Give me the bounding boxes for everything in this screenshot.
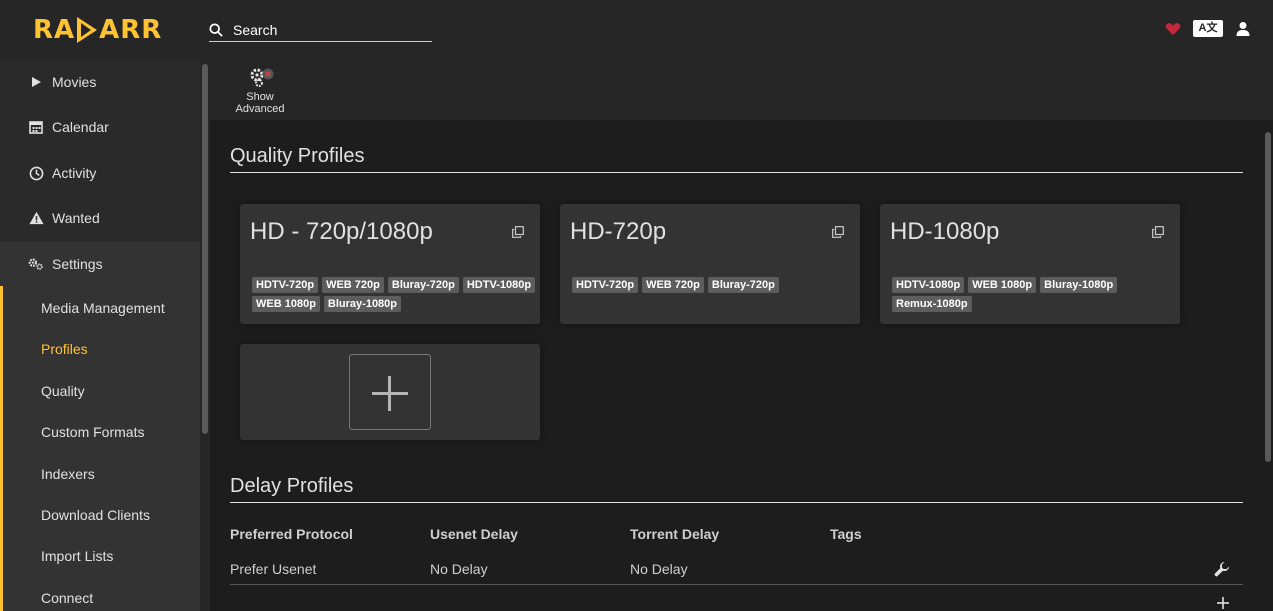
sidebar-scrollbar[interactable] xyxy=(200,60,210,611)
quality-tag: WEB 1080p xyxy=(252,296,320,312)
wrench-icon[interactable] xyxy=(1214,561,1230,577)
heart-icon[interactable] xyxy=(1165,21,1181,37)
quality-tag: WEB 720p xyxy=(642,277,704,293)
column-header-tags: Tags xyxy=(830,526,862,542)
column-header-preferred-protocol: Preferred Protocol xyxy=(230,526,353,542)
quality-profiles-title: Quality Profiles xyxy=(230,145,365,167)
sidebar-item-activity[interactable]: Activity xyxy=(0,151,200,195)
sidebar: Movies Calendar Activity Wanted Settings… xyxy=(0,60,210,611)
search-bar xyxy=(209,18,432,42)
profile-qualities: HDTV-1080p WEB 1080p Bluray-1080p Remux-… xyxy=(892,277,1177,312)
section-divider xyxy=(230,502,1243,503)
show-advanced-button[interactable]: Show Advanced xyxy=(230,66,290,115)
sidebar-subitem-import-lists[interactable]: Import Lists xyxy=(41,548,113,564)
advanced-settings-icon xyxy=(250,68,274,87)
quality-tag: HDTV-720p xyxy=(252,277,319,293)
clone-icon[interactable] xyxy=(512,226,524,238)
sidebar-subitem-indexers[interactable]: Indexers xyxy=(41,466,95,482)
sidebar-subitem-custom-formats[interactable]: Custom Formats xyxy=(41,424,144,440)
clone-icon[interactable] xyxy=(832,226,844,238)
sidebar-item-label: Settings xyxy=(52,256,103,272)
calendar-icon xyxy=(29,121,43,134)
logo-text-right: ARR xyxy=(99,15,163,45)
delay-profiles-title: Delay Profiles xyxy=(230,475,354,497)
sidebar-subitem-connect[interactable]: Connect xyxy=(41,590,93,606)
sidebar-item-calendar[interactable]: Calendar xyxy=(0,105,200,149)
page-toolbar: Show Advanced xyxy=(210,60,1273,120)
column-header-torrent-delay: Torrent Delay xyxy=(630,526,720,542)
quality-profile-card[interactable]: HD - 720p/1080p HDTV-720p WEB 720p Blura… xyxy=(240,204,540,324)
show-advanced-label-1: Show xyxy=(246,91,274,103)
quality-tag: HDTV-720p xyxy=(572,277,639,293)
quality-tag: WEB 720p xyxy=(322,277,384,293)
profile-name: HD - 720p/1080p xyxy=(250,218,433,245)
content-scrollbar[interactable] xyxy=(1263,120,1273,611)
add-delay-profile-icon[interactable] xyxy=(1216,596,1230,610)
sidebar-item-label: Movies xyxy=(52,74,97,90)
sidebar-item-wanted[interactable]: Wanted xyxy=(0,196,200,240)
play-icon xyxy=(32,77,41,87)
section-divider xyxy=(230,172,1243,173)
sidebar-item-movies[interactable]: Movies xyxy=(0,60,200,104)
column-header-usenet-delay: Usenet Delay xyxy=(430,526,518,542)
sidebar-subitem-download-clients[interactable]: Download Clients xyxy=(41,507,150,523)
profile-qualities: HDTV-720p WEB 720p Bluray-720p HDTV-1080… xyxy=(252,277,537,312)
sidebar-item-label: Activity xyxy=(52,165,97,181)
quality-tag: Bluray-1080p xyxy=(1040,277,1118,293)
gears-icon xyxy=(28,258,43,270)
quality-tag: Bluray-1080p xyxy=(323,296,402,312)
search-icon xyxy=(209,22,223,37)
quality-tag: HDTV-1080p xyxy=(892,277,965,293)
add-profile-button[interactable] xyxy=(349,354,431,430)
sidebar-item-label: Calendar xyxy=(52,119,109,135)
page-header: RA ARR A文 xyxy=(0,0,1273,60)
profile-name: HD-720p xyxy=(570,218,667,245)
sidebar-subitem-media-management[interactable]: Media Management xyxy=(41,300,165,316)
quality-tag: Bluray-720p xyxy=(387,277,459,293)
user-icon[interactable] xyxy=(1235,21,1251,37)
sidebar-subitem-quality[interactable]: Quality xyxy=(41,383,85,399)
content-scrollbar-thumb[interactable] xyxy=(1265,132,1271,462)
translate-icon[interactable]: A文 xyxy=(1193,20,1223,37)
sidebar-subitem-profiles[interactable]: Profiles xyxy=(41,341,88,357)
search-input[interactable] xyxy=(233,21,423,38)
quality-tag: WEB 1080p xyxy=(968,277,1037,293)
quality-tag: HDTV-1080p xyxy=(462,277,536,293)
profile-name: HD-1080p xyxy=(890,218,1000,245)
delay-row-torrent-delay: No Delay xyxy=(630,561,688,577)
logo-play-icon xyxy=(77,17,98,43)
quality-tag: Bluray-720p xyxy=(707,277,779,293)
profile-qualities: HDTV-720p WEB 720p Bluray-720p xyxy=(572,277,857,293)
sidebar-scrollbar-thumb[interactable] xyxy=(202,64,208,434)
quality-tag: Remux-1080p xyxy=(892,296,972,312)
page-content: Quality Profiles HD - 720p/1080p HDTV-72… xyxy=(210,120,1273,611)
clock-icon xyxy=(29,166,43,180)
radarr-logo[interactable]: RA ARR xyxy=(33,14,162,46)
quality-profile-card[interactable]: HD-720p HDTV-720p WEB 720p Bluray-720p xyxy=(560,204,860,324)
warning-icon xyxy=(28,211,44,225)
sidebar-item-settings[interactable]: Settings xyxy=(0,242,200,286)
quality-profile-card[interactable]: HD-1080p HDTV-1080p WEB 1080p Bluray-108… xyxy=(880,204,1180,324)
clone-icon[interactable] xyxy=(1152,226,1164,238)
delay-row-usenet-delay: No Delay xyxy=(430,561,488,577)
sidebar-item-label: Wanted xyxy=(52,210,100,226)
delay-row-protocol: Prefer Usenet xyxy=(230,561,317,577)
show-advanced-label-2: Advanced xyxy=(235,103,285,115)
table-row-divider xyxy=(230,584,1243,585)
logo-text-left: RA xyxy=(33,15,76,45)
add-quality-profile-card[interactable] xyxy=(240,344,540,440)
